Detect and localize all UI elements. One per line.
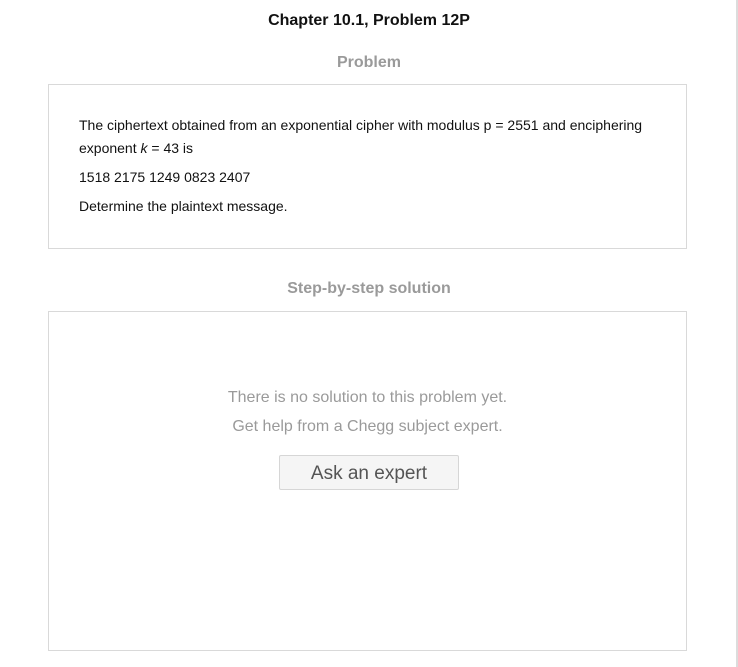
problem-heading: Problem xyxy=(336,54,401,71)
problem-instruction: Determine the plaintext message. xyxy=(79,198,288,214)
ask-an-expert-button[interactable]: Ask an expert xyxy=(279,455,459,490)
solution-heading: Step-by-step solution xyxy=(287,280,451,297)
page-title: Chapter 10.1, Problem 12P xyxy=(268,12,470,29)
problem-statement: The ciphertext obtained from an exponent… xyxy=(79,114,656,160)
expert-help-message: Get help from a Chegg subject expert. xyxy=(232,418,503,435)
ciphertext-values: 1518 2175 1249 0823 2407 xyxy=(79,169,251,185)
exponent-symbol: k xyxy=(140,140,148,156)
no-solution-message: There is no solution to this problem yet… xyxy=(227,389,508,406)
problem-panel: The ciphertext obtained from an exponent… xyxy=(48,84,687,249)
solution-panel: There is no solution to this problem yet… xyxy=(48,311,687,651)
page: Chapter 10.1, Problem 12P Problem The ci… xyxy=(0,0,738,667)
problem-statement-end: = 43 is xyxy=(147,140,194,156)
